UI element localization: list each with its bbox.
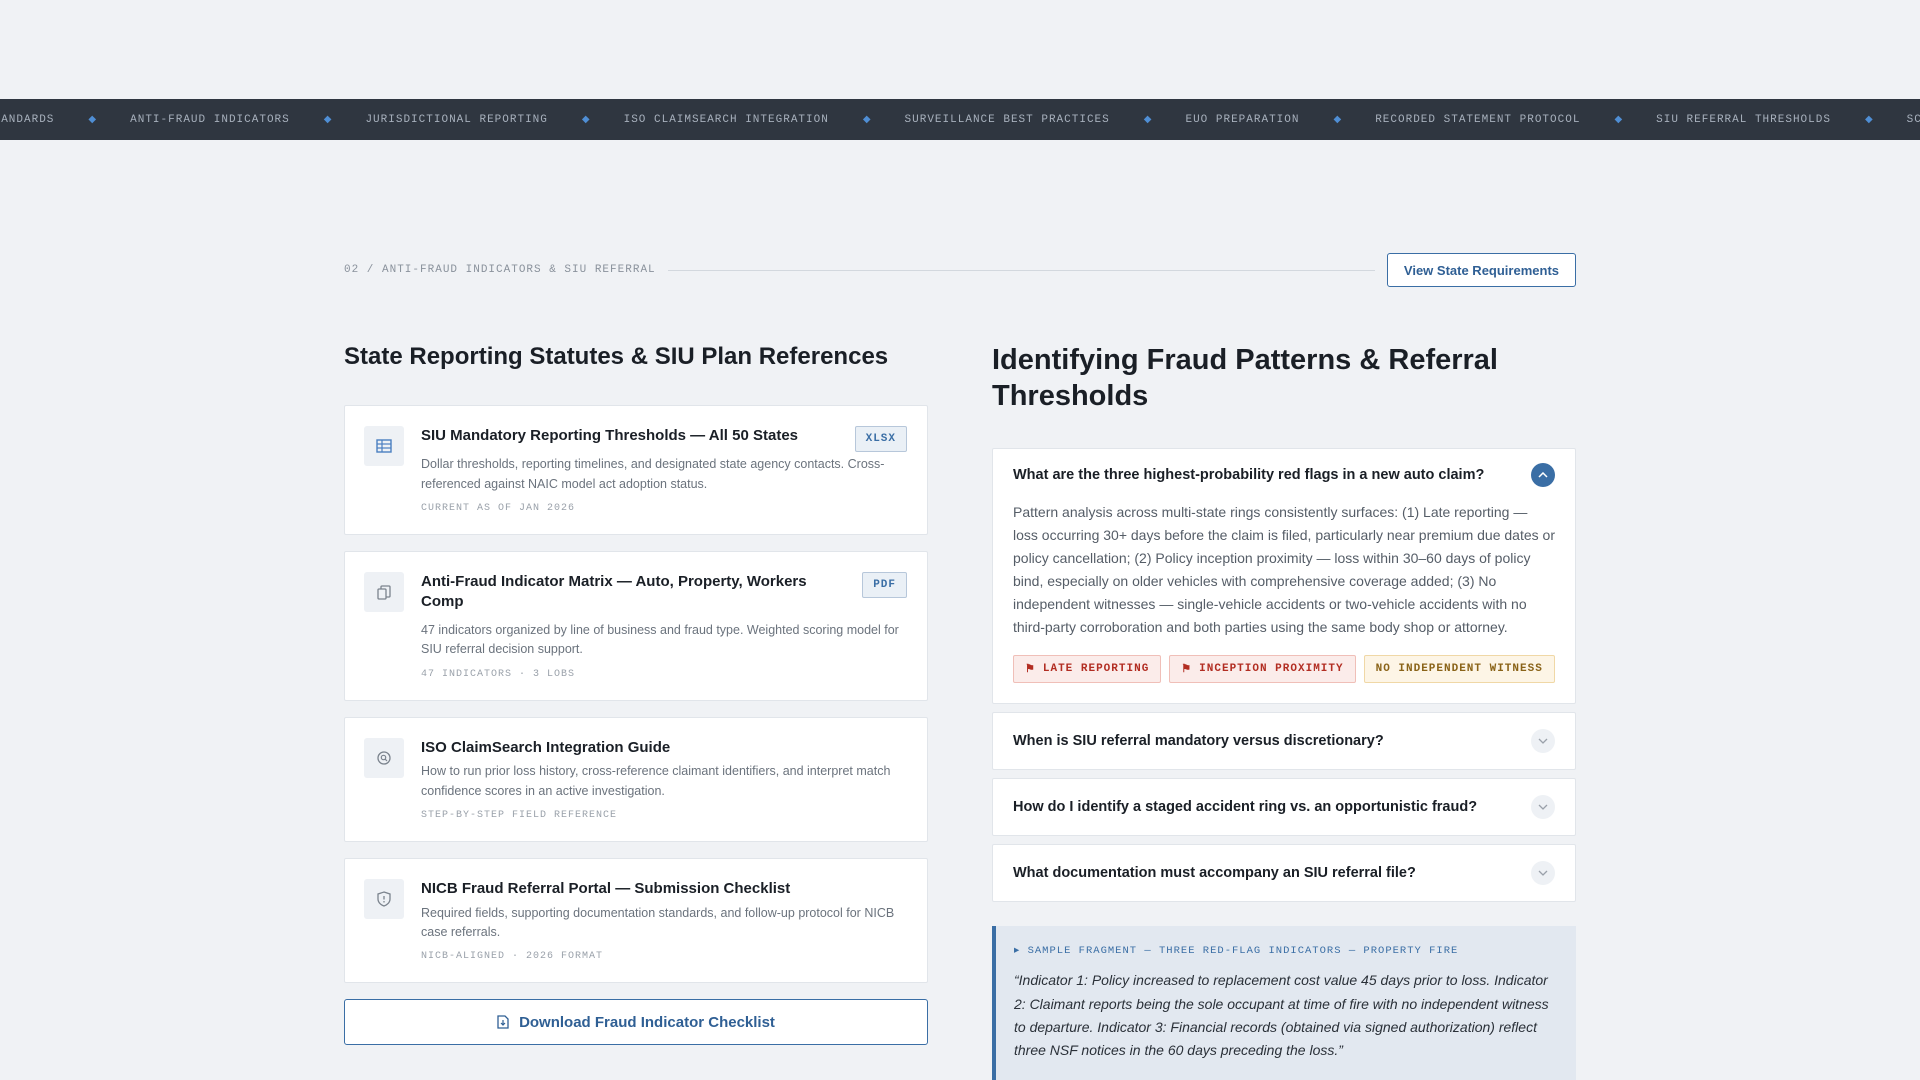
diamond-icon: ◆ bbox=[1143, 114, 1152, 125]
document-meta: 47 INDICATORS · 3 LOBS bbox=[421, 668, 576, 680]
tag-label: INCEPTION PROXIMITY bbox=[1199, 663, 1344, 676]
document-body: SIU Mandatory Reporting Thresholds — All… bbox=[421, 426, 907, 514]
document-card[interactable]: SIU Mandatory Reporting Thresholds — All… bbox=[344, 404, 928, 536]
document-title[interactable]: ISO ClaimSearch Integration Guide bbox=[421, 738, 907, 758]
diamond-icon: ◆ bbox=[323, 114, 332, 125]
faq-question-toggle[interactable]: What are the three highest-probability r… bbox=[993, 449, 1575, 501]
diamond-icon: ◆ bbox=[1614, 114, 1623, 125]
document-title[interactable]: Anti-Fraud Indicator Matrix — Auto, Prop… bbox=[421, 572, 907, 611]
red-flag-tag: ⚑ LATE REPORTING bbox=[1013, 655, 1162, 684]
warning-tag: NO INDEPENDENT WITNESS bbox=[1363, 655, 1555, 684]
document-meta: STEP-BY-STEP FIELD REFERENCE bbox=[421, 810, 618, 822]
faq-question: How do I identify a staged accident ring… bbox=[1013, 799, 1478, 816]
section-header: 02 / ANTI-FRAUD INDICATORS & SIU REFERRA… bbox=[344, 253, 1576, 287]
ticker-item[interactable]: STANDARDS bbox=[0, 114, 54, 126]
topic-ticker: STANDARDS ◆ ANTI-FRAUD INDICATORS ◆ JURI… bbox=[0, 99, 1920, 140]
file-type-badge: PDF bbox=[862, 572, 907, 599]
sample-quote: “Indicator 1: Policy increased to replac… bbox=[1014, 972, 1549, 1058]
copy-document-icon bbox=[364, 572, 404, 613]
faq-question-toggle[interactable]: What documentation must accompany an SIU… bbox=[993, 845, 1575, 901]
flag-icon: ⚑ bbox=[1181, 664, 1193, 677]
faq-column: Identifying Fraud Patterns & Referral Th… bbox=[992, 343, 1576, 1080]
shield-icon bbox=[364, 879, 404, 920]
spreadsheet-icon bbox=[364, 425, 404, 466]
search-icon bbox=[364, 737, 404, 778]
document-title[interactable]: SIU Mandatory Reporting Thresholds — All… bbox=[421, 426, 907, 446]
chevron-down-icon[interactable] bbox=[1531, 795, 1555, 820]
ticker-item[interactable]: SURVEILLANCE BEST PRACTICES bbox=[905, 114, 1110, 126]
document-body: Anti-Fraud Indicator Matrix — Auto, Prop… bbox=[421, 572, 907, 680]
faq-title: Identifying Fraud Patterns & Referral Th… bbox=[992, 344, 1498, 412]
faq-question-toggle[interactable]: How do I identify a staged accident ring… bbox=[993, 779, 1575, 835]
section-divider bbox=[667, 269, 1375, 271]
document-meta: NICB-ALIGNED · 2026 FORMAT bbox=[421, 951, 604, 963]
chevron-down-icon[interactable] bbox=[1531, 861, 1555, 886]
faq-item: How do I identify a staged accident ring… bbox=[992, 778, 1576, 837]
ticker-item[interactable]: SCENE DOCUMENTATION bbox=[1907, 114, 1920, 126]
document-meta: CURRENT AS OF JAN 2026 bbox=[421, 503, 576, 515]
faq-question: What documentation must accompany an SIU… bbox=[1013, 865, 1416, 882]
faq-question-toggle[interactable]: When is SIU referral mandatory versus di… bbox=[993, 713, 1575, 769]
document-title[interactable]: NICB Fraud Referral Portal — Submission … bbox=[421, 879, 907, 899]
diamond-icon: ◆ bbox=[88, 114, 97, 125]
diamond-icon: ◆ bbox=[1333, 114, 1342, 125]
download-checklist-button[interactable]: Download Fraud Indicator Checklist bbox=[344, 999, 928, 1046]
ticker-item[interactable]: EUO PREPARATION bbox=[1185, 114, 1299, 126]
flag-icon: ⚑ bbox=[1025, 664, 1036, 677]
document-body: NICB Fraud Referral Portal — Submission … bbox=[421, 879, 907, 962]
red-flag-tags: ⚑ LATE REPORTING ⚑ INCEPTION PROXIMITY NO … bbox=[1013, 655, 1555, 684]
file-type-badge: XLSX bbox=[854, 425, 907, 452]
document-description: How to run prior loss history, cross-ref… bbox=[421, 764, 891, 798]
download-label: Download Fraud Indicator Checklist bbox=[519, 1013, 775, 1031]
faq-answer: Pattern analysis across multi-state ring… bbox=[993, 501, 1575, 704]
document-description: Required fields, supporting documentatio… bbox=[421, 905, 895, 939]
document-description: 47 indicators organized by line of busin… bbox=[421, 623, 899, 657]
chevron-down-icon[interactable] bbox=[1531, 729, 1555, 754]
document-card[interactable]: ISO ClaimSearch Integration Guide How to… bbox=[344, 716, 928, 843]
document-card[interactable]: NICB Fraud Referral Portal — Submission … bbox=[344, 858, 928, 984]
ticker-item[interactable]: ANTI-FRAUD INDICATORS bbox=[130, 114, 290, 126]
faq-answer-text: Pattern analysis across multi-state ring… bbox=[1013, 503, 1555, 636]
faq-question: When is SIU referral mandatory versus di… bbox=[1013, 733, 1384, 750]
document-card[interactable]: Anti-Fraud Indicator Matrix — Auto, Prop… bbox=[344, 551, 928, 701]
ticker-item[interactable]: JURISDICTIONAL REPORTING bbox=[365, 114, 547, 126]
faq-item: What are the three highest-probability r… bbox=[992, 447, 1576, 705]
section-label: 02 / ANTI-FRAUD INDICATORS & SIU REFERRA… bbox=[344, 264, 656, 276]
faq-item: When is SIU referral mandatory versus di… bbox=[992, 712, 1576, 771]
faq-item: What documentation must accompany an SIU… bbox=[992, 844, 1576, 903]
diamond-icon: ◆ bbox=[1864, 114, 1873, 125]
chevron-up-icon[interactable] bbox=[1531, 462, 1555, 487]
ticker-track: STANDARDS ◆ ANTI-FRAUD INDICATORS ◆ JURI… bbox=[0, 99, 1920, 140]
diamond-icon: ◆ bbox=[862, 114, 871, 125]
red-flag-tag: ⚑ INCEPTION PROXIMITY bbox=[1169, 655, 1356, 684]
document-description: Dollar thresholds, reporting timelines, … bbox=[421, 457, 885, 491]
ticker-item[interactable]: ISO CLAIMSEARCH INTEGRATION bbox=[624, 114, 829, 126]
sample-fragment: ▸ SAMPLE FRAGMENT — THREE RED-FLAG INDIC… bbox=[992, 926, 1576, 1080]
sample-label: ▸ SAMPLE FRAGMENT — THREE RED-FLAG INDIC… bbox=[1014, 945, 1459, 958]
file-download-icon bbox=[497, 1015, 509, 1029]
view-state-requirements-button[interactable]: View State Requirements bbox=[1386, 253, 1576, 287]
resources-column: State Reporting Statutes & SIU Plan Refe… bbox=[344, 343, 928, 1046]
ticker-item[interactable]: RECORDED STATEMENT PROTOCOL bbox=[1375, 114, 1580, 126]
tag-label: LATE REPORTING bbox=[1042, 663, 1150, 676]
diamond-icon: ◆ bbox=[581, 114, 590, 125]
tag-label: NO INDEPENDENT WITNESS bbox=[1375, 663, 1543, 676]
faq-question: What are the three highest-probability r… bbox=[1013, 466, 1485, 483]
document-body: ISO ClaimSearch Integration Guide How to… bbox=[421, 738, 907, 821]
ticker-item[interactable]: SIU REFERRAL THRESHOLDS bbox=[1656, 114, 1831, 126]
resources-title: State Reporting Statutes & SIU Plan Refe… bbox=[344, 343, 889, 370]
